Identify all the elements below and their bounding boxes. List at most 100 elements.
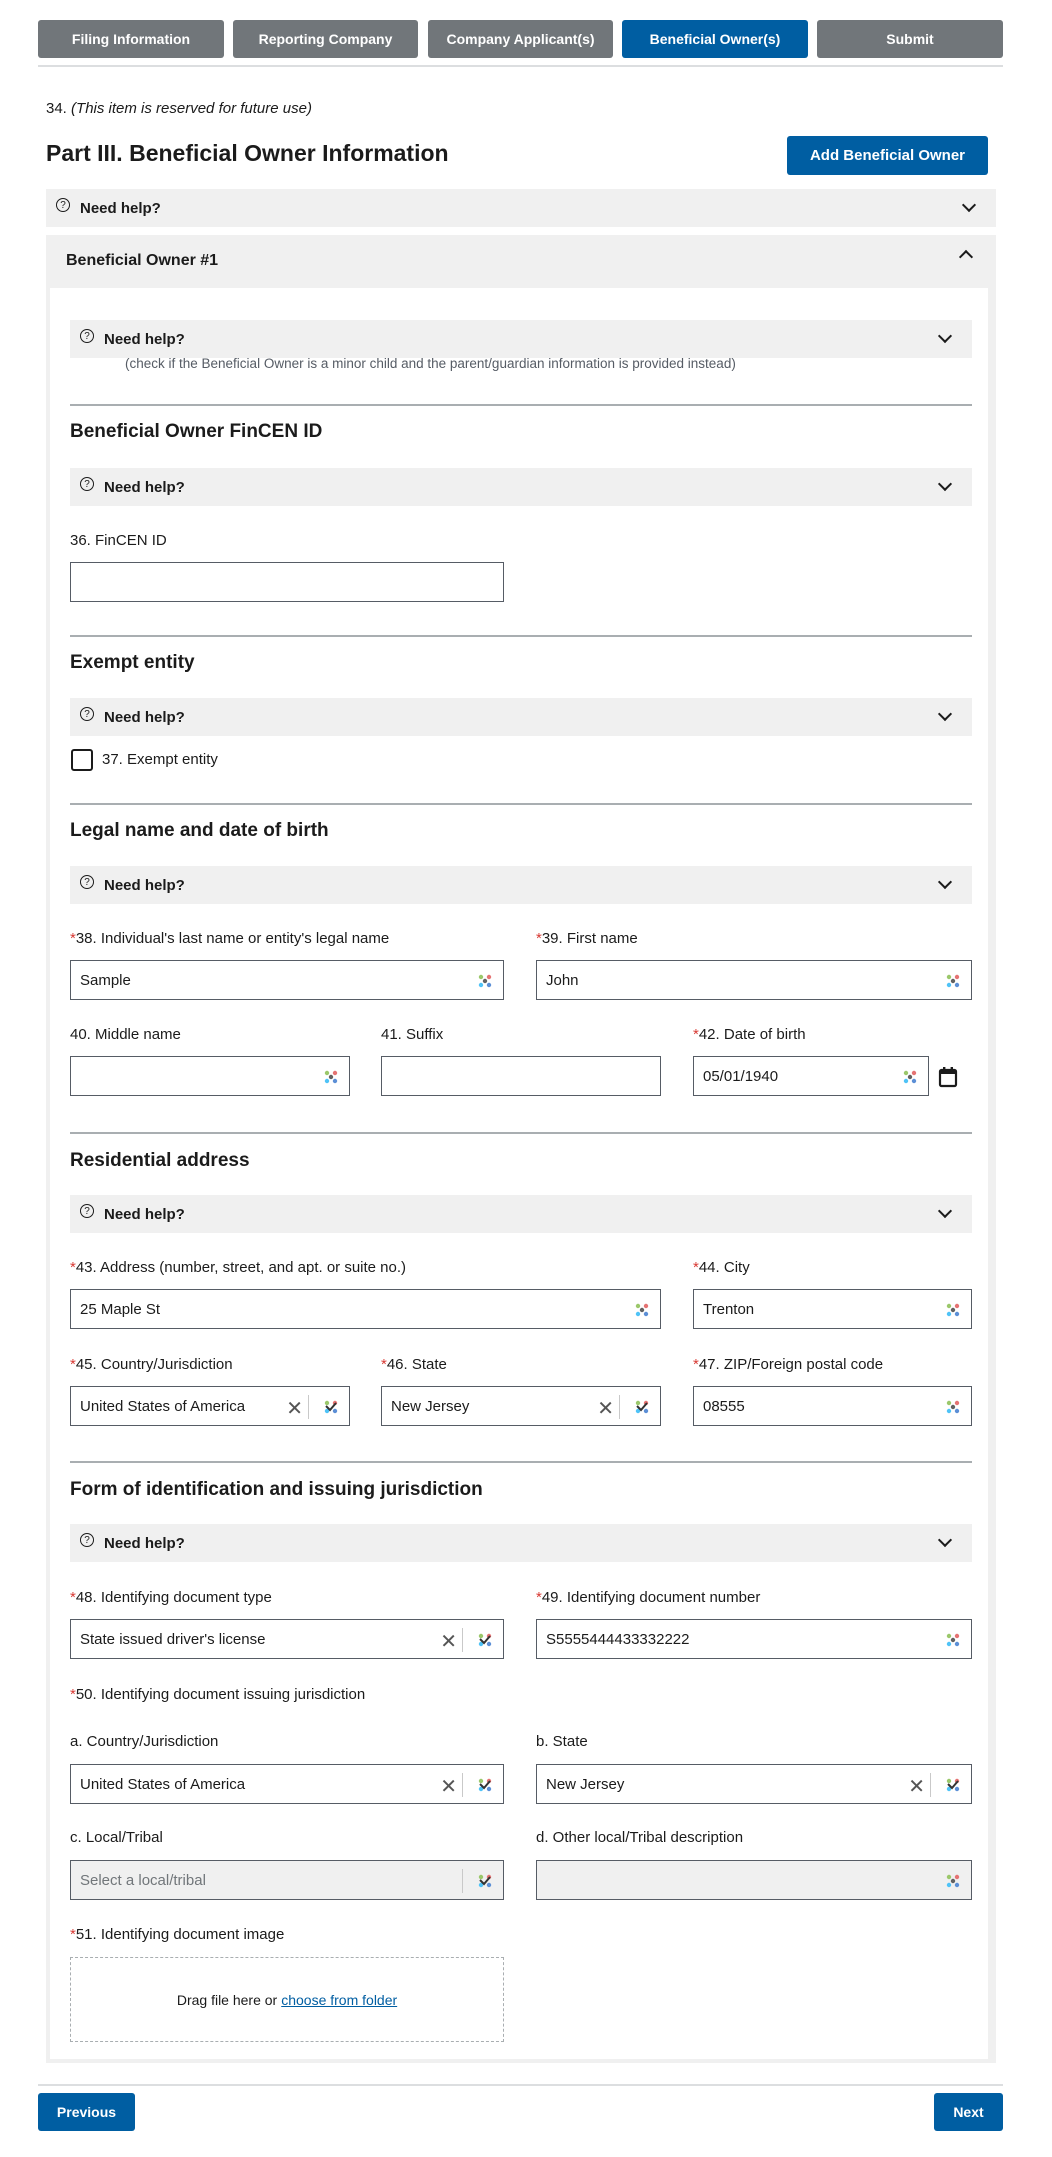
choose-from-folder-link[interactable]: choose from folder — [281, 1992, 397, 2008]
id-state-select[interactable]: New Jersey ✕ — [536, 1764, 972, 1804]
autofill-icon[interactable] — [945, 1399, 961, 1415]
need-help-toggle[interactable]: ? Need help? — [70, 468, 972, 506]
jurisdiction-label: *50. Identifying document issuing jurisd… — [70, 1686, 366, 1703]
first-name-label: *39. First name — [536, 930, 638, 947]
input-value: 25 Maple St — [80, 1300, 161, 1318]
section-divider — [70, 635, 972, 637]
other-local-input[interactable] — [536, 1860, 972, 1900]
chevron-down-icon — [937, 1532, 953, 1548]
chevron-up-icon[interactable] — [958, 249, 974, 265]
first-name-input[interactable]: John — [536, 960, 972, 1000]
autofill-icon[interactable] — [323, 1399, 339, 1415]
chevron-down-icon — [937, 874, 953, 890]
chevron-down-icon — [937, 328, 953, 344]
tab-beneficial-owners[interactable]: Beneficial Owner(s) — [622, 20, 808, 58]
help-label: Need help? — [104, 1205, 185, 1223]
exempt-section-title: Exempt entity — [70, 652, 195, 673]
fincen-id-label: 36. FinCEN ID — [70, 532, 167, 549]
autofill-icon[interactable] — [945, 1632, 961, 1648]
autofill-icon[interactable] — [477, 1873, 493, 1889]
help-label: Need help? — [104, 330, 185, 348]
tab-reporting-company[interactable]: Reporting Company — [233, 20, 418, 58]
autofill-icon[interactable] — [477, 973, 493, 989]
autofill-icon[interactable] — [477, 1777, 493, 1793]
next-button[interactable]: Next — [934, 2093, 1003, 2131]
select-value: United States of America — [80, 1775, 246, 1793]
select-placeholder: Select a local/tribal — [80, 1871, 206, 1889]
address-label: *43. Address (number, street, and apt. o… — [70, 1259, 407, 1276]
section-divider — [70, 1132, 972, 1134]
close-icon[interactable]: ✕ — [286, 1396, 303, 1421]
input-value: Trenton — [703, 1300, 755, 1318]
doc-type-select[interactable]: State issued driver's license ✕ — [70, 1619, 504, 1659]
id-section-title: Form of identification and issuing juris… — [70, 1479, 483, 1500]
city-input[interactable]: Trenton — [693, 1289, 972, 1329]
need-help-toggle[interactable]: ? Need help? — [70, 1524, 972, 1562]
autofill-icon[interactable] — [945, 1873, 961, 1889]
close-icon[interactable]: ✕ — [597, 1396, 614, 1421]
id-country-select[interactable]: United States of America ✕ — [70, 1764, 504, 1804]
select-value: State issued driver's license — [80, 1630, 266, 1648]
autofill-icon[interactable] — [902, 1069, 918, 1085]
middle-name-input[interactable] — [70, 1056, 350, 1096]
previous-button[interactable]: Previous — [38, 2093, 135, 2131]
close-icon[interactable]: ✕ — [440, 1774, 457, 1799]
last-name-label: *38. Individual's last name or entity's … — [70, 930, 390, 947]
need-help-toggle[interactable]: ? Need help? — [70, 320, 972, 358]
autofill-icon[interactable] — [634, 1302, 650, 1318]
address-input[interactable]: 25 Maple St — [70, 1289, 661, 1329]
exempt-entity-checkbox[interactable] — [71, 749, 93, 771]
autofill-icon[interactable] — [477, 1632, 493, 1648]
tab-label: Filing Information — [71, 31, 191, 47]
autofill-icon[interactable] — [945, 973, 961, 989]
question-circle-icon: ? — [80, 1204, 94, 1218]
need-help-toggle[interactable]: ? Need help? — [70, 698, 972, 736]
help-label: Need help? — [80, 199, 161, 217]
autofill-icon[interactable] — [945, 1777, 961, 1793]
state-label: *46. State — [381, 1356, 447, 1373]
need-help-toggle[interactable]: ? Need help? — [70, 866, 972, 904]
tab-label: Submit — [886, 31, 934, 47]
separator — [462, 1628, 463, 1652]
calendar-icon[interactable] — [938, 1066, 958, 1088]
fincen-id-input[interactable] — [70, 562, 504, 602]
tab-company-applicants[interactable]: Company Applicant(s) — [428, 20, 613, 58]
input-value: Sample — [80, 971, 131, 989]
legal-name-section-title: Legal name and date of birth — [70, 820, 329, 841]
close-icon[interactable]: ✕ — [440, 1629, 457, 1654]
select-value: New Jersey — [391, 1397, 470, 1415]
country-select[interactable]: United States of America ✕ — [70, 1386, 350, 1426]
reserved-item: 34. (This item is reserved for future us… — [46, 100, 312, 117]
other-local-label: d. Other local/Tribal description — [536, 1829, 744, 1846]
need-help-toggle[interactable]: ? Need help? — [46, 189, 996, 227]
footer-divider — [38, 2084, 1003, 2086]
autofill-icon[interactable] — [323, 1069, 339, 1085]
question-circle-icon: ? — [80, 1533, 94, 1547]
chevron-down-icon — [961, 197, 977, 213]
tab-label: Company Applicant(s) — [446, 31, 595, 47]
section-divider — [70, 803, 972, 805]
zip-input[interactable]: 08555 — [693, 1386, 972, 1426]
autofill-icon[interactable] — [634, 1399, 650, 1415]
local-tribal-select[interactable]: Select a local/tribal — [70, 1860, 504, 1900]
doc-number-label: *49. Identifying document number — [536, 1589, 761, 1606]
add-beneficial-owner-button[interactable]: Add Beneficial Owner — [787, 136, 988, 175]
separator — [619, 1395, 620, 1419]
last-name-input[interactable]: Sample — [70, 960, 504, 1000]
need-help-toggle[interactable]: ? Need help? — [70, 1195, 972, 1233]
question-circle-icon: ? — [80, 875, 94, 889]
autofill-icon[interactable] — [945, 1302, 961, 1318]
help-label: Need help? — [104, 876, 185, 894]
state-select[interactable]: New Jersey ✕ — [381, 1386, 661, 1426]
tabs-divider — [38, 65, 1003, 67]
doc-number-input[interactable]: S5555444433332222 — [536, 1619, 972, 1659]
dob-input[interactable]: 05/01/1940 — [693, 1056, 929, 1096]
suffix-input[interactable] — [381, 1056, 661, 1096]
city-label: *44. City — [693, 1259, 750, 1276]
question-circle-icon: ? — [56, 198, 70, 212]
tab-filing-information[interactable]: Filing Information — [38, 20, 224, 58]
close-icon[interactable]: ✕ — [908, 1774, 925, 1799]
input-value: 08555 — [703, 1397, 745, 1415]
document-image-dropzone[interactable]: Drag file here or choose from folder — [70, 1957, 504, 2042]
tab-submit[interactable]: Submit — [817, 20, 1003, 58]
